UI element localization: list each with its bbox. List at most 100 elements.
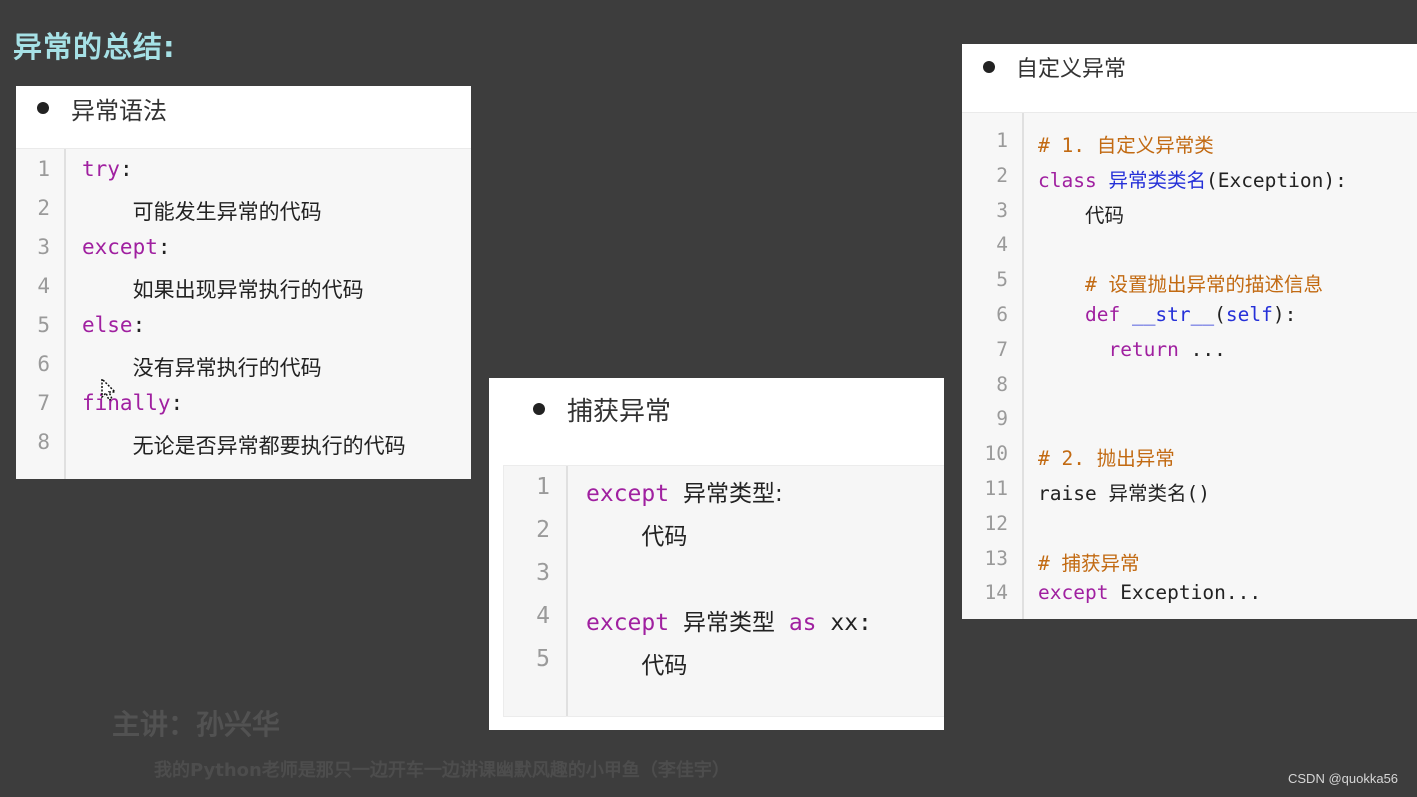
line-number: 7 <box>996 337 1008 361</box>
code-token: (Exception): <box>1205 168 1347 192</box>
mouse-cursor-icon <box>101 377 117 401</box>
line-number: 3 <box>37 235 50 259</box>
code-token: 如果出现异常执行的代码 <box>132 278 364 302</box>
code-comment: # <box>1038 551 1062 575</box>
code-token: raise <box>1038 482 1109 505</box>
line-number: 5 <box>996 268 1008 292</box>
code-line: 代码 <box>586 517 687 551</box>
line-number: 5 <box>536 646 550 672</box>
line-number: 8 <box>996 372 1008 396</box>
line-number: 14 <box>984 581 1008 605</box>
syntax-card-header: 异常语法 <box>16 86 471 148</box>
line-number: 9 <box>996 407 1008 431</box>
code-comment: 自定义异常类 <box>1096 134 1214 157</box>
code-comment: 设置抛出异常的描述信息 <box>1108 273 1323 297</box>
code-line: 可能发生异常的代码 <box>82 196 322 226</box>
code-comment: # <box>1084 273 1109 297</box>
code-comment: 抛出异常 <box>1096 447 1175 471</box>
code-token: : <box>170 391 184 415</box>
custom-card-header: 自定义异常 <box>962 44 1417 110</box>
line-number: 4 <box>37 274 50 298</box>
line-number: 12 <box>984 511 1008 535</box>
code-token: : <box>132 313 146 337</box>
line-number: 4 <box>996 233 1008 257</box>
code-token: 代码 <box>641 653 688 679</box>
code-keyword: def <box>1084 303 1121 326</box>
code-line: try: <box>82 157 133 181</box>
code-line: 代码 <box>1038 199 1124 228</box>
line-number: 3 <box>536 560 550 586</box>
code-line: except 异常类型: <box>586 474 783 508</box>
code-token: : <box>119 157 133 181</box>
code-line: # 设置抛出异常的描述信息 <box>1038 268 1323 297</box>
code-token: ): <box>1272 303 1297 326</box>
line-number: 2 <box>536 517 550 543</box>
code-line: else: <box>82 313 145 337</box>
code-line: 代码 <box>586 646 687 680</box>
code-token: self <box>1225 303 1273 326</box>
code-keyword: as <box>788 610 817 636</box>
csdn-watermark: CSDN @quokka56 <box>1288 771 1399 786</box>
line-number: 8 <box>37 430 50 454</box>
code-line: # 1. 自定义异常类 <box>1038 129 1214 158</box>
bullet-icon <box>983 61 995 73</box>
syntax-card: 异常语法 1 try: 2 可能发生异常的代码 3 except: 4 如果出现异常执行的… <box>16 86 471 479</box>
line-number: 10 <box>984 442 1008 466</box>
code-token: 没有异常执行的代码 <box>132 356 322 380</box>
bullet-icon <box>533 403 545 415</box>
line-number-gutter <box>504 466 568 716</box>
catch-card: 捕获异常 1 except 异常类型: 2 代码 3 4 except 异常类型 as x… <box>489 378 944 730</box>
code-line: 无论是否异常都要执行的代码 <box>82 430 406 460</box>
code-line: finally: <box>82 391 183 415</box>
line-number: 6 <box>996 303 1008 326</box>
code-keyword: except <box>586 610 670 636</box>
line-number: 2 <box>37 196 50 220</box>
line-number: 1 <box>37 157 50 181</box>
line-number: 5 <box>37 313 50 337</box>
code-comment: 捕获异常 <box>1061 551 1140 575</box>
line-number: 1 <box>996 129 1008 152</box>
code-keyword: except <box>586 481 670 507</box>
line-number: 7 <box>37 391 50 415</box>
code-token: ... <box>1178 337 1226 361</box>
syntax-card-title: 异常语法 <box>71 96 167 125</box>
code-token: : <box>157 235 171 259</box>
line-number: 11 <box>984 477 1008 500</box>
line-number: 3 <box>996 198 1008 222</box>
code-token: 异常类型: <box>682 481 783 507</box>
code-line: # 捕获异常 <box>1038 547 1140 576</box>
line-number: 6 <box>37 352 50 376</box>
page-title: 异常的总结: <box>13 30 176 64</box>
code-token: 异常类名 <box>1108 482 1187 505</box>
code-line: def __str__(self): <box>1038 303 1296 326</box>
custom-card: 自定义异常 1 # 1. 自定义异常类 2 class 异常类类名(Exception… <box>962 44 1417 619</box>
code-keyword: else <box>82 313 133 337</box>
code-token: 代码 <box>1084 203 1124 227</box>
tagline-caption: 我的Python老师是那只一边开车一边讲课幽默风趣的小甲鱼（李佳宇） <box>154 760 730 781</box>
catch-code-block: 1 except 异常类型: 2 代码 3 4 except 异常类型 as xx: 5 代… <box>503 465 944 717</box>
code-line: class 异常类类名(Exception): <box>1038 164 1347 193</box>
code-keyword: except <box>82 235 158 259</box>
code-line: return ... <box>1038 337 1226 361</box>
line-number: 1 <box>536 474 550 500</box>
custom-card-title: 自定义异常 <box>1016 57 1127 82</box>
line-number: 4 <box>536 603 550 629</box>
code-keyword: except <box>1038 581 1109 605</box>
code-token: __str__ <box>1131 303 1215 326</box>
code-token: 异常类类名 <box>1108 168 1206 192</box>
code-keyword: return <box>1108 337 1179 361</box>
code-line: except Exception... <box>1038 581 1261 604</box>
code-token: 可能发生异常的代码 <box>132 200 322 224</box>
